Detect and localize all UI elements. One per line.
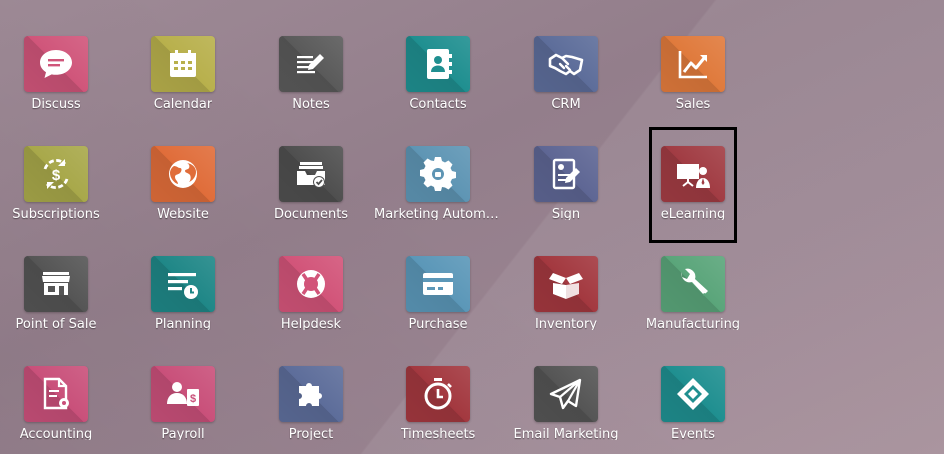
app-point-of-sale[interactable]: Point of Sale bbox=[0, 220, 120, 330]
svg-text:$: $ bbox=[190, 393, 196, 405]
app-website[interactable]: Website bbox=[119, 110, 247, 220]
app-elearning[interactable]: eLearning bbox=[629, 110, 757, 220]
lifebuoy-icon bbox=[297, 269, 325, 298]
ticket-icon bbox=[677, 377, 709, 410]
app-label: Inventory bbox=[534, 316, 598, 330]
app-accounting[interactable]: Accounting bbox=[0, 330, 120, 440]
app-sign[interactable]: Sign bbox=[502, 110, 630, 220]
app-label: Timesheets bbox=[400, 426, 476, 440]
app-label: Website bbox=[157, 206, 209, 220]
app-label: Point of Sale bbox=[15, 316, 97, 330]
recurring-dollar-icon: $ bbox=[43, 158, 69, 189]
chart-growth-icon bbox=[678, 50, 707, 79]
app-tile bbox=[534, 36, 598, 92]
app-tile bbox=[151, 256, 215, 312]
handshake-icon bbox=[548, 53, 584, 76]
app-label: CRM bbox=[551, 96, 581, 110]
calendar-icon bbox=[170, 49, 196, 77]
app-label: Helpdesk bbox=[280, 316, 342, 330]
invoice-gear-icon bbox=[43, 377, 69, 410]
app-payroll[interactable]: $ Payroll bbox=[119, 330, 247, 440]
app-label: Project bbox=[288, 426, 334, 440]
paper-plane-icon bbox=[549, 378, 582, 410]
app-label: Purchase bbox=[408, 316, 468, 330]
app-events[interactable]: Events bbox=[629, 330, 757, 440]
app-planning[interactable]: Planning bbox=[119, 220, 247, 330]
gear-icon bbox=[420, 156, 456, 191]
app-tile bbox=[406, 256, 470, 312]
app-inventory[interactable]: Inventory bbox=[502, 220, 630, 330]
presentation-teacher-icon bbox=[677, 163, 710, 188]
app-purchase[interactable]: Purchase bbox=[374, 220, 502, 330]
app-grid: Discuss Calendar Notes Contacts CRM Sale… bbox=[0, 0, 944, 454]
svg-text:$: $ bbox=[52, 167, 61, 184]
contacts-book-icon bbox=[427, 48, 452, 79]
app-sales[interactable]: Sales bbox=[629, 0, 757, 110]
app-contacts[interactable]: Contacts bbox=[374, 0, 502, 110]
app-tile bbox=[279, 366, 343, 422]
wrench-icon bbox=[681, 268, 708, 296]
app-label: eLearning bbox=[660, 206, 726, 220]
app-label: Subscriptions bbox=[12, 206, 100, 220]
app-crm[interactable]: CRM bbox=[502, 0, 630, 110]
app-label: Events bbox=[670, 426, 715, 440]
chat-bubble-icon bbox=[40, 49, 72, 78]
app-label: Documents bbox=[273, 206, 349, 220]
app-tile bbox=[151, 36, 215, 92]
app-tile bbox=[661, 36, 725, 92]
app-tile bbox=[661, 256, 725, 312]
app-tile bbox=[279, 36, 343, 92]
app-email-marketing[interactable]: Email Marketing bbox=[502, 330, 630, 440]
app-label: Calendar bbox=[153, 96, 213, 110]
app-tile bbox=[534, 256, 598, 312]
app-tile bbox=[24, 36, 88, 92]
app-tile bbox=[534, 366, 598, 422]
app-tile bbox=[24, 366, 88, 422]
app-project[interactable]: Project bbox=[247, 330, 375, 440]
app-documents[interactable]: Documents bbox=[247, 110, 375, 220]
app-label: Payroll bbox=[161, 426, 205, 440]
notes-icon bbox=[297, 53, 324, 74]
app-tile bbox=[151, 146, 215, 202]
app-label: Sign bbox=[551, 206, 581, 220]
app-calendar[interactable]: Calendar bbox=[119, 0, 247, 110]
credit-card-icon bbox=[423, 272, 453, 295]
app-tile bbox=[661, 146, 725, 202]
stopwatch-icon bbox=[424, 377, 452, 410]
app-tile bbox=[279, 146, 343, 202]
app-timesheets[interactable]: Timesheets bbox=[374, 330, 502, 440]
app-label: Email Marketing bbox=[513, 426, 619, 440]
app-notes[interactable]: Notes bbox=[247, 0, 375, 110]
signed-document-icon bbox=[552, 158, 580, 190]
app-helpdesk[interactable]: Helpdesk bbox=[247, 220, 375, 330]
app-tile: $ bbox=[151, 366, 215, 422]
app-tile bbox=[279, 256, 343, 312]
app-tile bbox=[406, 36, 470, 92]
app-subscriptions[interactable]: $ Subscriptions bbox=[0, 110, 120, 220]
planning-bars-clock-icon bbox=[168, 272, 198, 299]
employee-dollar-icon: $ bbox=[167, 381, 199, 406]
globe-icon bbox=[169, 159, 197, 188]
app-label: Sales bbox=[675, 96, 711, 110]
app-label: Accounting bbox=[19, 426, 93, 440]
app-label: Planning bbox=[155, 316, 211, 330]
app-marketing-automation[interactable]: Marketing Automat... bbox=[374, 110, 502, 220]
app-label: Manufacturing bbox=[645, 316, 741, 330]
app-manufacturing[interactable]: Manufacturing bbox=[629, 220, 757, 330]
app-tile bbox=[406, 146, 470, 202]
puzzle-piece-icon bbox=[299, 382, 322, 406]
document-tray-icon bbox=[297, 161, 325, 188]
storefront-icon bbox=[42, 271, 70, 295]
app-tile: $ bbox=[24, 146, 88, 202]
open-box-icon bbox=[549, 272, 583, 299]
app-tile bbox=[661, 366, 725, 422]
app-tile bbox=[24, 256, 88, 312]
app-label: Marketing Automat... bbox=[374, 206, 502, 220]
app-label: Notes bbox=[292, 96, 330, 110]
app-tile bbox=[406, 366, 470, 422]
app-tile bbox=[534, 146, 598, 202]
app-discuss[interactable]: Discuss bbox=[0, 0, 120, 110]
app-label: Contacts bbox=[409, 96, 467, 110]
app-label: Discuss bbox=[31, 96, 81, 110]
